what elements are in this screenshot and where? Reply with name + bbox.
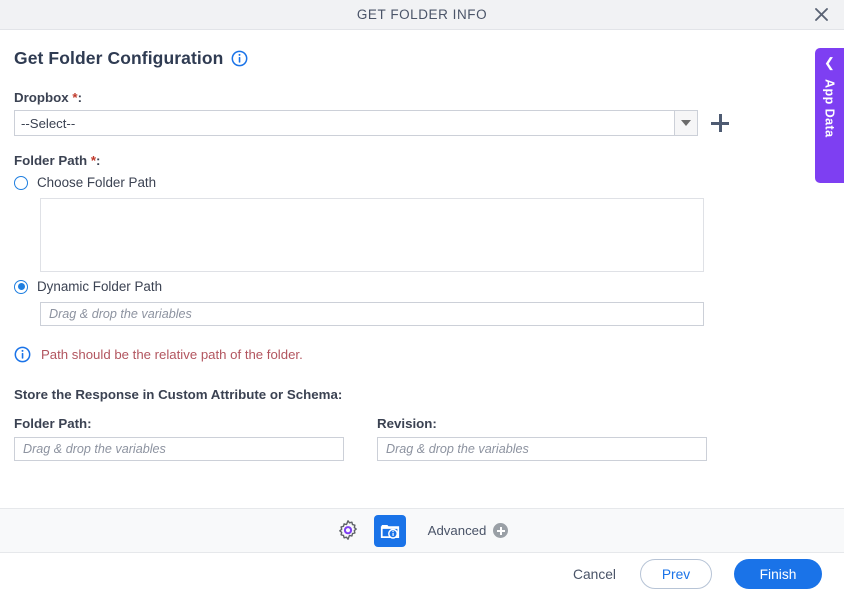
close-button[interactable] (808, 2, 834, 28)
folder-path-label: Folder Path *: (14, 153, 830, 168)
store-revision-placeholder: Drag & drop the variables (386, 442, 529, 456)
finish-button[interactable]: Finish (734, 559, 822, 589)
plus-circle-icon[interactable] (493, 523, 509, 538)
window-titlebar: GET FOLDER INFO (0, 0, 844, 30)
store-folder-path-field: Folder Path: Drag & drop the variables (14, 416, 377, 461)
prev-button[interactable]: Prev (640, 559, 712, 589)
close-icon (814, 8, 828, 21)
folder-path-note: Path should be the relative path of the … (14, 346, 830, 363)
store-folder-path-label: Folder Path: (14, 416, 92, 431)
add-dropbox-button[interactable] (711, 114, 729, 132)
dropbox-dropdown-toggle[interactable] (674, 111, 697, 135)
dropbox-label: Dropbox *: (14, 90, 830, 105)
radio-dynamic-folder-path-label: Dynamic Folder Path (37, 279, 163, 294)
folder-path-label-text: Folder Path (14, 153, 88, 168)
store-revision-input[interactable]: Drag & drop the variables (377, 437, 707, 461)
radio-dynamic-folder-path[interactable]: Dynamic Folder Path (14, 279, 830, 294)
chevron-down-icon (681, 120, 691, 126)
store-revision-label: Revision: (377, 416, 437, 431)
advanced-label: Advanced (427, 523, 487, 538)
step-toolbar: Advanced (0, 508, 844, 553)
folder-info-icon (380, 524, 399, 539)
app-data-panel-toggle[interactable]: ❮ App Data (815, 48, 844, 183)
gear-icon[interactable] (336, 519, 360, 543)
info-icon[interactable] (231, 50, 248, 67)
dynamic-folder-path-placeholder: Drag & drop the variables (49, 307, 192, 321)
store-folder-path-input[interactable]: Drag & drop the variables (14, 437, 344, 461)
dropbox-label-colon: : (77, 90, 82, 105)
info-icon (14, 346, 31, 363)
folder-path-treeview[interactable] (40, 198, 704, 272)
folder-info-step-button[interactable] (373, 514, 406, 547)
window-title: GET FOLDER INFO (356, 7, 488, 22)
chevron-left-icon: ❮ (824, 55, 835, 70)
radio-choose-folder-path[interactable]: Choose Folder Path (14, 175, 830, 190)
dropbox-label-text: Dropbox (14, 90, 69, 105)
folder-path-label-colon: : (96, 153, 101, 168)
dialog-footer: Cancel Prev Finish (0, 553, 844, 595)
radio-choose-folder-path-indicator[interactable] (14, 175, 28, 190)
advanced-toggle[interactable]: Advanced (428, 523, 509, 538)
cancel-button[interactable]: Cancel (571, 563, 618, 586)
page-title: Get Folder Configuration (14, 48, 224, 68)
page-title-row: Get Folder Configuration (14, 30, 830, 73)
radio-dynamic-folder-path-indicator[interactable] (14, 279, 28, 294)
radio-choose-folder-path-label: Choose Folder Path (37, 175, 157, 190)
dynamic-folder-path-input[interactable]: Drag & drop the variables (40, 302, 704, 326)
store-response-fields: Folder Path: Drag & drop the variables R… (14, 416, 830, 461)
store-folder-path-placeholder: Drag & drop the variables (23, 442, 166, 456)
store-response-section-label: Store the Response in Custom Attribute o… (14, 387, 343, 402)
dialog-body: Get Folder Configuration Dropbox *: --Se… (0, 30, 844, 498)
dropbox-selected-value: --Select-- (21, 115, 76, 131)
store-revision-field: Revision: Drag & drop the variables (377, 416, 707, 461)
folder-path-note-text: Path should be the relative path of the … (41, 347, 303, 362)
dropbox-select-row: --Select-- (14, 110, 830, 136)
app-data-label: App Data (822, 79, 837, 138)
dropbox-select[interactable]: --Select-- (14, 110, 698, 136)
